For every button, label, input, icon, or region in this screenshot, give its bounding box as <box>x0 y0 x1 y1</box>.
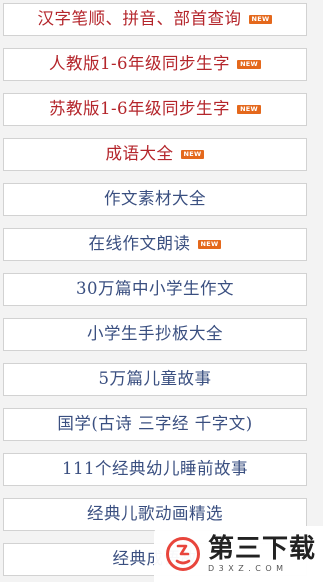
nav-item-label: 人教版1-6年级同步生字 <box>48 54 231 74</box>
new-badge: NEW <box>237 60 262 69</box>
nav-item-label: 国学(古诗 三字经 千字文) <box>57 414 253 434</box>
new-badge: NEW <box>237 105 262 114</box>
nav-item-label: 111个经典幼儿睡前故事 <box>62 459 248 479</box>
nav-item-label: 成语大全 <box>105 144 174 164</box>
new-badge: NEW <box>248 15 273 24</box>
nav-item-label: 30万篇中小学生作文 <box>76 279 234 299</box>
nav-item[interactable]: 汉字笔顺、拼音、部首查询 NEW <box>3 3 307 36</box>
watermark-domain: D3XZ.COM <box>208 563 288 573</box>
nav-item[interactable]: 111个经典幼儿睡前故事 <box>3 453 307 486</box>
nav-item[interactable]: 人教版1-6年级同步生字 NEW <box>3 48 307 81</box>
nav-item-label: 汉字笔顺、拼音、部首查询 <box>37 9 242 29</box>
nav-item[interactable]: 在线作文朗读 NEW <box>3 228 307 261</box>
nav-item-label: 苏教版1-6年级同步生字 <box>48 99 231 119</box>
nav-item[interactable]: 作文素材大全 <box>3 183 307 216</box>
download-logo-icon <box>164 535 202 573</box>
nav-item-label: 作文素材大全 <box>104 189 206 209</box>
nav-item-label: 5万篇儿童故事 <box>98 369 212 389</box>
nav-item-label: 小学生手抄板大全 <box>87 324 223 344</box>
nav-item[interactable]: 苏教版1-6年级同步生字 NEW <box>3 93 307 126</box>
new-badge: NEW <box>180 150 205 159</box>
nav-item[interactable]: 小学生手抄板大全 <box>3 318 307 351</box>
nav-list: 汉字笔顺、拼音、部首查询 NEW 人教版1-6年级同步生字 NEW 苏教版1-6年级同步… <box>3 3 307 582</box>
nav-item[interactable]: 成语大全 NEW <box>3 138 307 171</box>
watermark-title: 第三下载 <box>208 533 317 564</box>
new-badge: NEW <box>197 240 222 249</box>
nav-item[interactable]: 5万篇儿童故事 <box>3 363 307 396</box>
watermark: 第三下载 D3XZ.COM <box>154 526 323 582</box>
nav-item-label: 经典儿歌动画精选 <box>87 504 223 524</box>
nav-item-label: 在线作文朗读 <box>88 234 191 254</box>
watermark-text: 第三下载 D3XZ.COM <box>208 535 316 574</box>
nav-item[interactable]: 国学(古诗 三字经 千字文) <box>3 408 307 441</box>
page: 汉字笔顺、拼音、部首查询 NEW 人教版1-6年级同步生字 NEW 苏教版1-6年级同步… <box>0 0 323 582</box>
nav-item[interactable]: 30万篇中小学生作文 <box>3 273 307 306</box>
